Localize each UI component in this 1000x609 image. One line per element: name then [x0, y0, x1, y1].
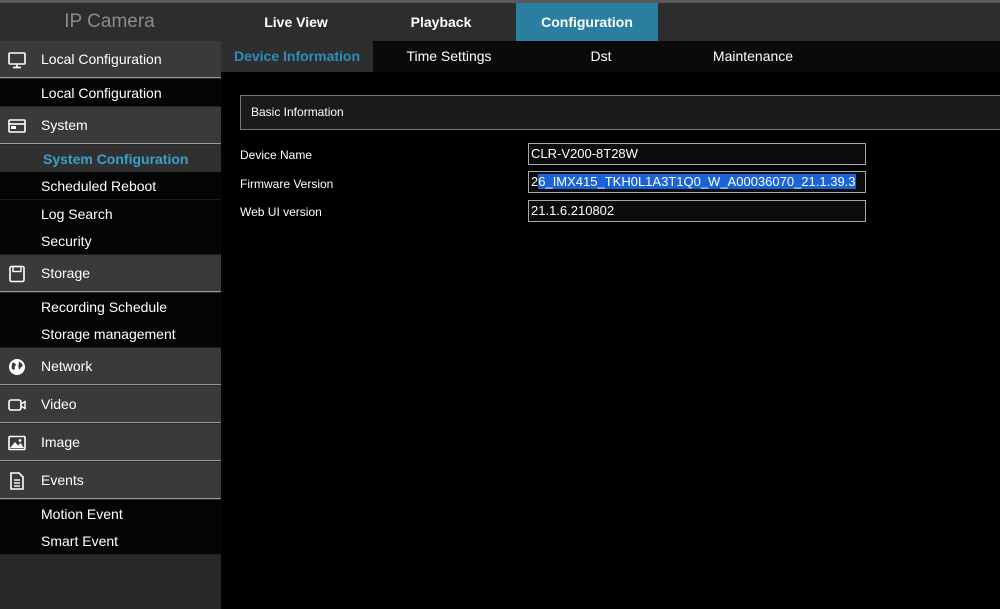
sidebar-item-network[interactable]: Network [0, 348, 221, 385]
sidebar-item-scheduled-reboot[interactable]: Scheduled Reboot [0, 172, 221, 200]
firmware-version-selected: 6_IMX415_TKH0L1A3T1Q0_W_A00036070_21.1.3… [538, 174, 856, 189]
sidebar-item-storage-management[interactable]: Storage management [0, 320, 221, 348]
storage-icon [7, 264, 27, 284]
sidebar-item-video[interactable]: Video [0, 386, 221, 423]
sidebar-item-events[interactable]: Events [0, 462, 221, 499]
app-title: IP Camera [0, 3, 221, 41]
device-name-field[interactable]: CLR-V200-8T28W [528, 143, 866, 165]
sidebar-item-log-search[interactable]: Log Search [0, 200, 221, 228]
tab-device-information[interactable]: Device Information [221, 41, 373, 72]
sidebar-item-local-configuration[interactable]: Local Configuration [0, 41, 221, 78]
system-icon [7, 116, 27, 136]
web-ui-version-label: Web UI version [240, 205, 322, 219]
sidebar-item-security[interactable]: Security [0, 227, 221, 255]
sidebar: Local Configuration Local Configuration … [0, 41, 221, 609]
monitor-icon [7, 50, 27, 70]
sub-navigation: Device Information Time Settings Dst Mai… [221, 41, 1000, 72]
firmware-version-field[interactable]: 26_IMX415_TKH0L1A3T1Q0_W_A00036070_21.1.… [528, 171, 866, 193]
sidebar-item-system[interactable]: System [0, 107, 221, 144]
sidebar-item-local-configuration-sub[interactable]: Local Configuration [0, 79, 221, 107]
tab-configuration[interactable]: Configuration [516, 3, 658, 41]
sidebar-item-storage[interactable]: Storage [0, 255, 221, 292]
tab-live-view[interactable]: Live View [221, 3, 371, 41]
sidebar-item-system-configuration[interactable]: System Configuration [0, 145, 221, 173]
image-icon [7, 433, 27, 453]
tab-playback[interactable]: Playback [366, 3, 516, 41]
globe-icon [7, 357, 27, 377]
document-icon [7, 471, 27, 491]
web-ui-version-field[interactable]: 21.1.6.210802 [528, 200, 866, 222]
sidebar-item-image[interactable]: Image [0, 424, 221, 461]
section-basic-information: Basic Information [240, 95, 1000, 130]
sidebar-item-smart-event[interactable]: Smart Event [0, 527, 221, 555]
tab-maintenance[interactable]: Maintenance [677, 41, 829, 72]
video-camera-icon [7, 395, 27, 415]
device-name-label: Device Name [240, 148, 313, 162]
top-navigation: Live View Playback Configuration [221, 3, 1000, 41]
tab-time-settings[interactable]: Time Settings [373, 41, 525, 72]
sidebar-item-motion-event[interactable]: Motion Event [0, 500, 221, 528]
tab-dst[interactable]: Dst [525, 41, 677, 72]
sidebar-item-recording-schedule[interactable]: Recording Schedule [0, 293, 221, 321]
firmware-version-label: Firmware Version [240, 177, 334, 191]
